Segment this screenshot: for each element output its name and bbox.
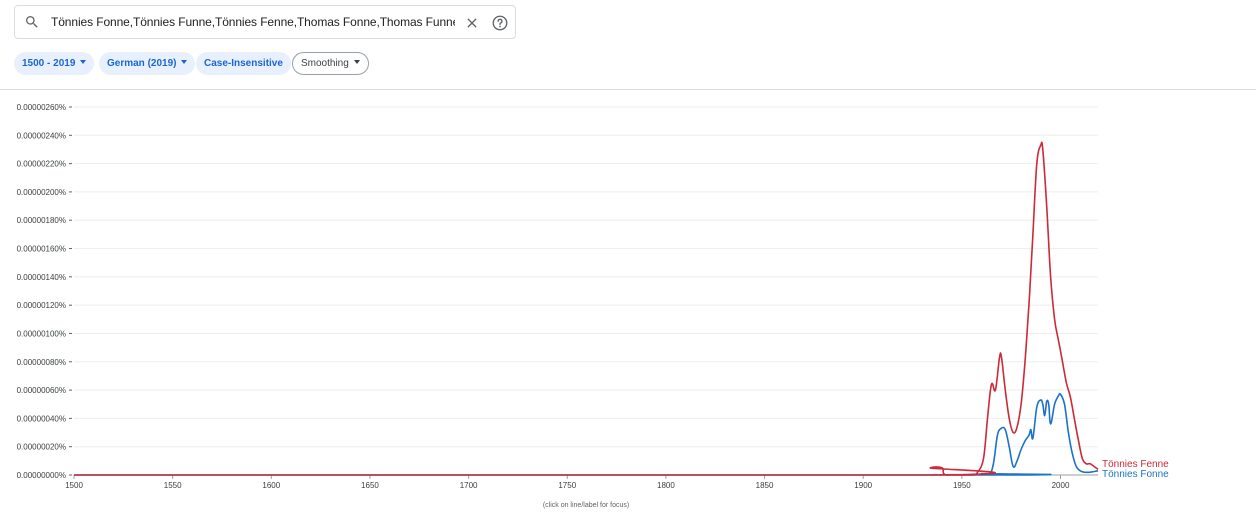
case-label: Case-Insensitive: [204, 58, 283, 69]
y-tick-label: 0.00000160%: [17, 245, 66, 254]
x-axis: 1500 1550 1600 1650 1700 1750 1800 1850 1900 1950…: [65, 474, 1098, 490]
x-tick-label: 1750: [558, 481, 576, 490]
x-tick-label: 1700: [460, 481, 478, 490]
year-range-label: 1500 - 2019: [22, 58, 76, 69]
y-tick-label: 0.00000040%: [17, 414, 66, 423]
chart-grid: [74, 106, 1098, 448]
y-axis: 0.00000000% 0.00000020% 0.00000040% 0.00000…: [17, 103, 72, 480]
search-icon: [26, 16, 38, 28]
series-line-tonnies-fonne[interactable]: [74, 392, 1099, 476]
chart-footnote: (click on line/label for focus): [543, 502, 629, 509]
x-tick-label: 2000: [1052, 481, 1070, 490]
y-tick-label: 0.00000260%: [17, 103, 66, 112]
x-tick-label: 1800: [657, 481, 675, 490]
x-tick-label: 1950: [953, 481, 971, 490]
close-icon[interactable]: [464, 15, 480, 31]
x-tick-label: 1650: [361, 481, 379, 490]
chevron-down-icon: [80, 60, 87, 65]
year-range-dropdown[interactable]: 1500 - 2019: [14, 52, 95, 75]
chevron-down-icon: [181, 60, 188, 65]
series-label-tonnies-fonne[interactable]: Tönnies Fonne: [1102, 469, 1169, 480]
help-circle-icon[interactable]: [491, 14, 509, 32]
y-tick-label: 0.00000220%: [17, 160, 66, 169]
y-tick-label: 0.00000080%: [17, 358, 66, 367]
y-tick-label: 0.00000200%: [17, 188, 66, 197]
y-tick-label: 0.00000100%: [17, 329, 66, 338]
smoothing-label: Smoothing: [301, 58, 349, 69]
x-tick-label: 1500: [65, 481, 83, 490]
y-tick-label: 0.00000140%: [17, 273, 66, 282]
x-tick-label: 1900: [854, 481, 872, 490]
smoothing-dropdown[interactable]: Smoothing: [292, 52, 369, 75]
chevron-down-icon: [353, 60, 360, 65]
y-tick-label: 0.00000180%: [17, 216, 66, 225]
y-tick-label: 0.00000240%: [17, 131, 66, 140]
corpus-dropdown[interactable]: German (2019): [99, 52, 196, 75]
y-tick-label: 0.00000020%: [17, 443, 66, 452]
x-tick-label: 1600: [262, 481, 280, 490]
search-box[interactable]: Tönnies Fonne,Tönnies Funne,Tönnies Fenn…: [14, 5, 516, 39]
x-tick-label: 1850: [756, 481, 774, 490]
search-input[interactable]: Tönnies Fonne,Tönnies Funne,Tönnies Fenn…: [51, 15, 455, 29]
case-insensitive-toggle[interactable]: Case-Insensitive: [196, 52, 291, 75]
series-labels: Tönnies FenneTönnies Fonne: [1102, 459, 1169, 480]
ngram-chart[interactable]: 0.00000000% 0.00000020% 0.00000040% 0.00000…: [0, 90, 1256, 513]
y-tick-label: 0.00000060%: [17, 386, 66, 395]
corpus-label: German (2019): [107, 58, 177, 69]
y-tick-label: 0.00000120%: [17, 301, 66, 310]
y-tick-label: 0.00000000%: [17, 471, 66, 480]
x-tick-label: 1550: [164, 481, 182, 490]
